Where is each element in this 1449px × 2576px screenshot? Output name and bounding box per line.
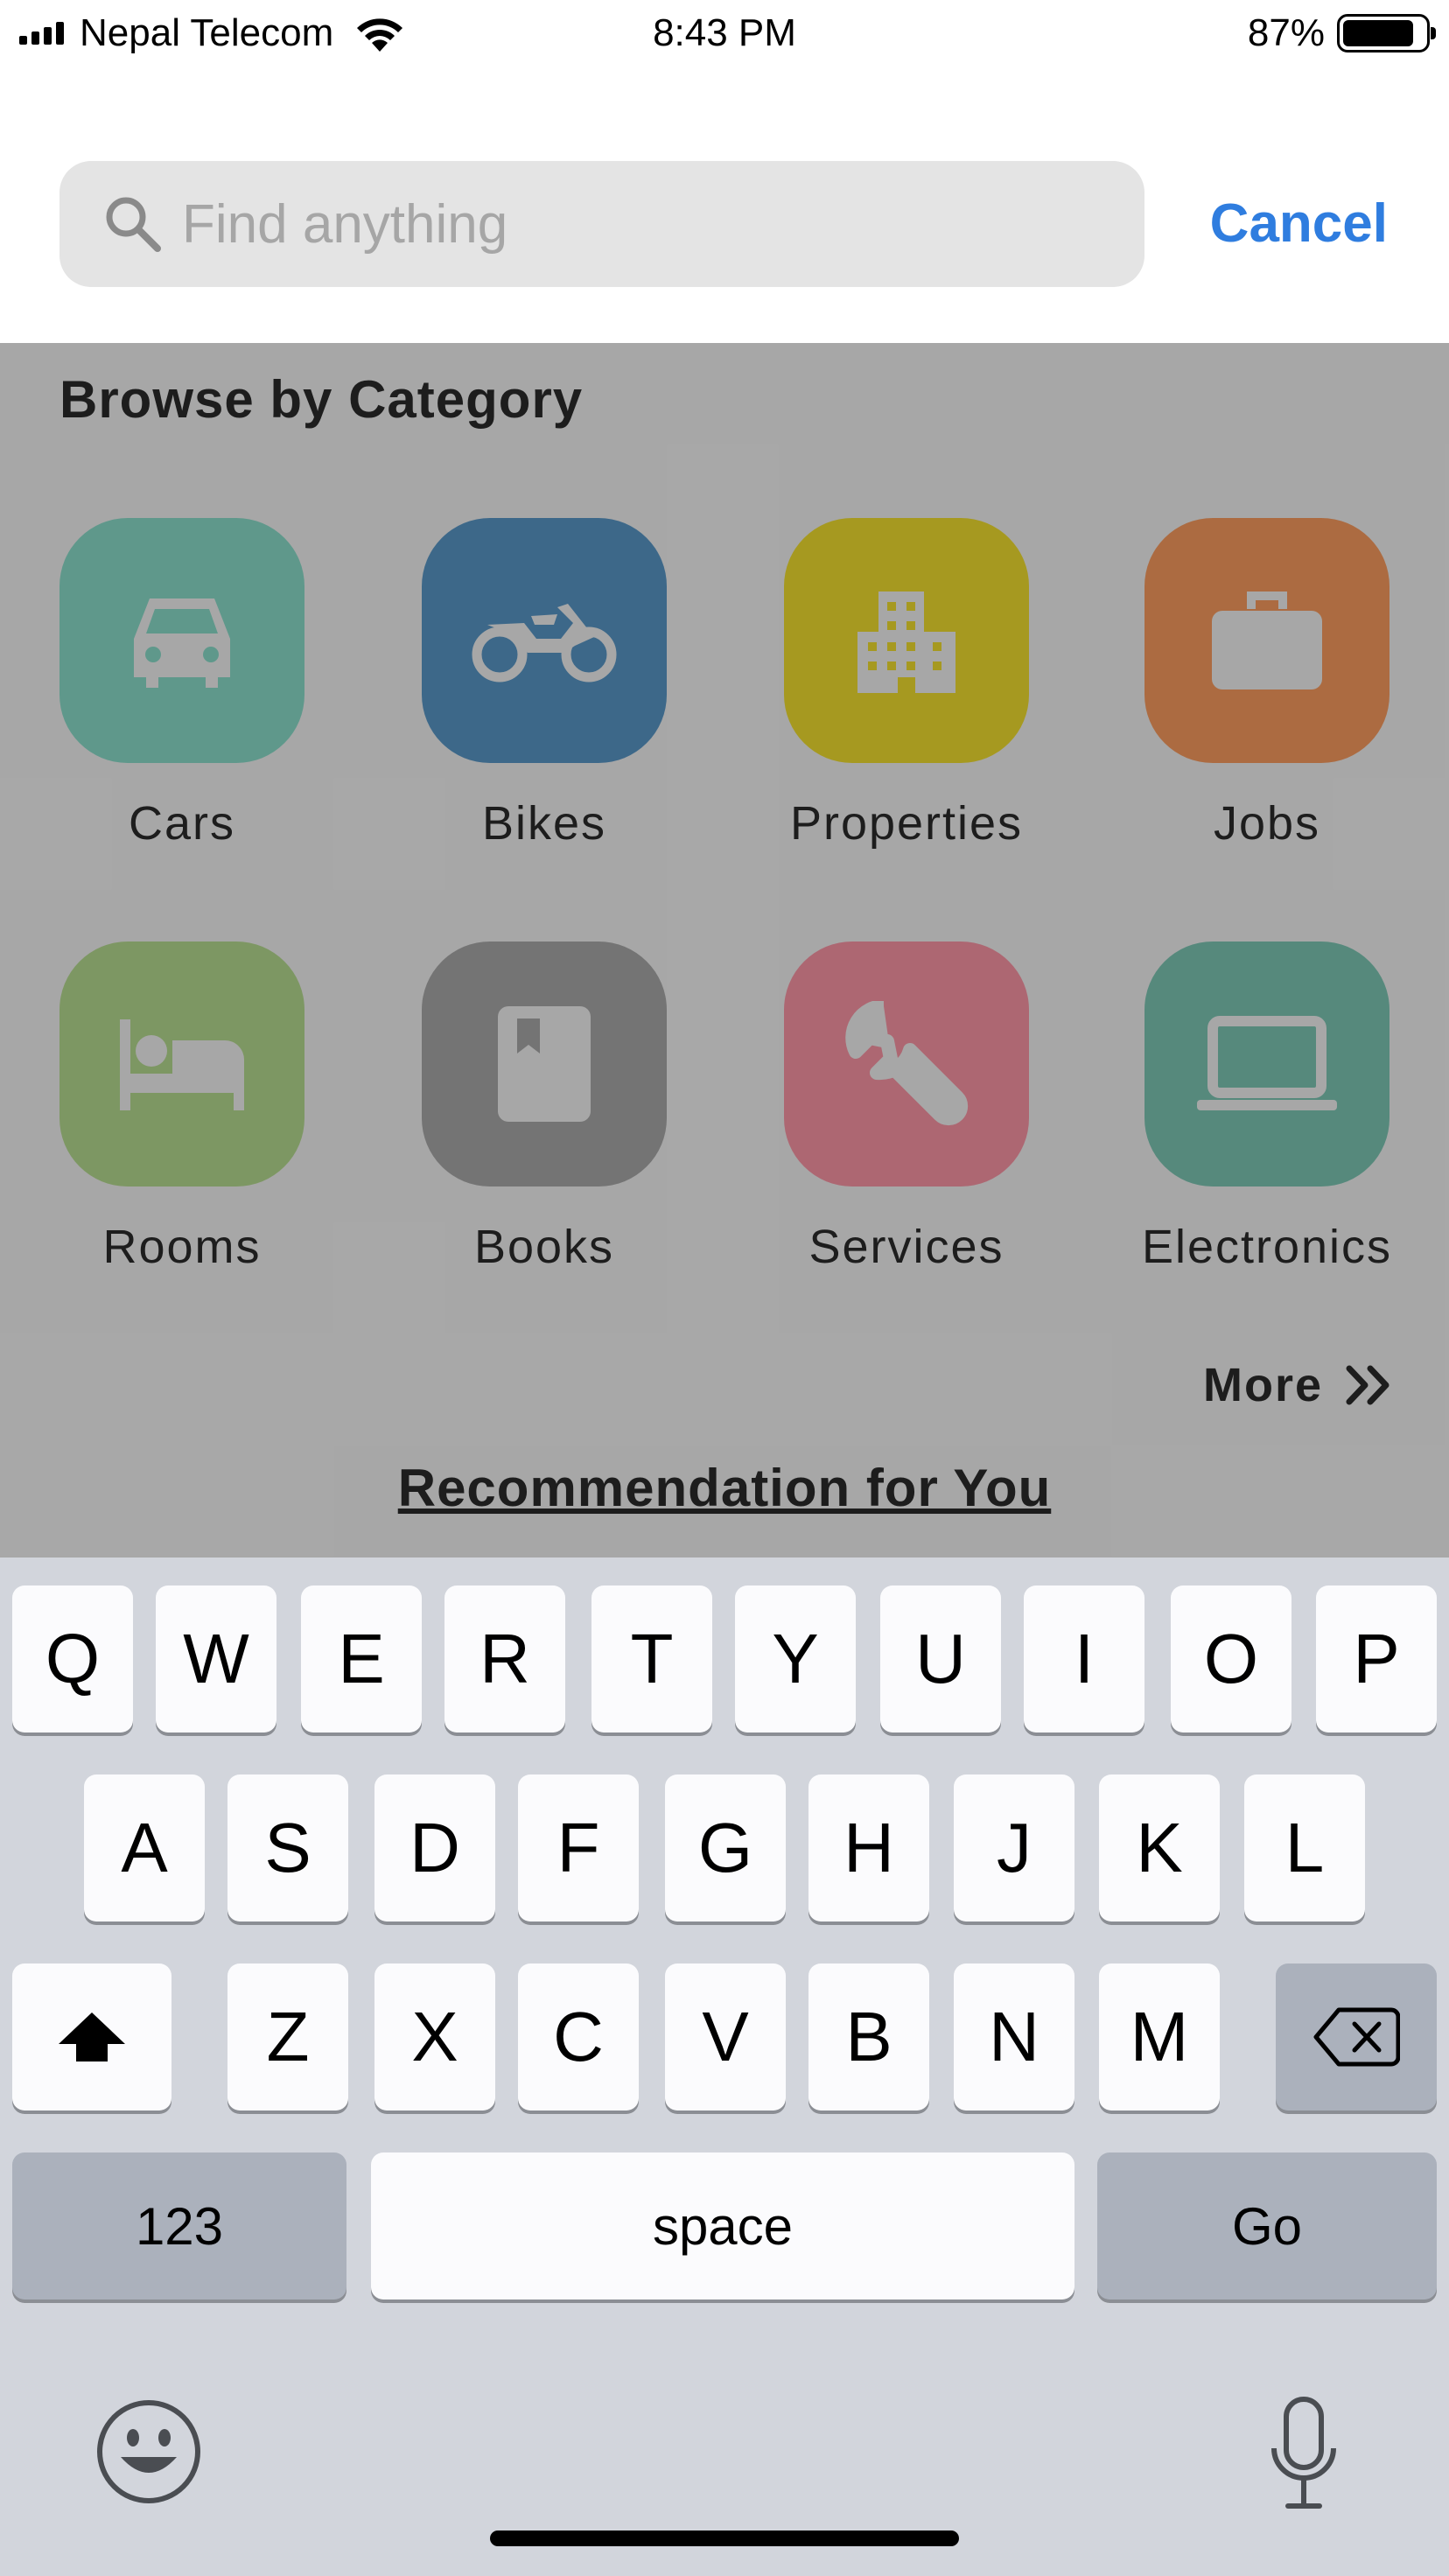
key-b[interactable]: B	[808, 1964, 929, 2110]
space-key[interactable]: space	[371, 2152, 1074, 2300]
key-x[interactable]: X	[374, 1964, 495, 2110]
battery-percent: 87%	[1247, 11, 1325, 54]
key-s[interactable]: S	[228, 1774, 348, 1922]
key-l[interactable]: L	[1244, 1774, 1365, 1922]
dim-overlay[interactable]	[0, 343, 1449, 1558]
status-bar: Nepal Telecom 8:43 PM 87%	[0, 0, 1449, 66]
key-d[interactable]: D	[374, 1774, 495, 1922]
go-key[interactable]: Go	[1097, 2152, 1437, 2300]
key-t[interactable]: T	[592, 1586, 712, 1732]
key-v[interactable]: V	[665, 1964, 786, 2110]
key-u[interactable]: U	[880, 1586, 1001, 1732]
keyboard: Q W E R T Y U I O P A S D F G H J K L Z …	[0, 1558, 1449, 2576]
key-q[interactable]: Q	[12, 1586, 133, 1732]
emoji-icon[interactable]	[94, 2398, 203, 2506]
key-o[interactable]: O	[1171, 1586, 1292, 1732]
key-j[interactable]: J	[954, 1774, 1074, 1922]
home-indicator	[490, 2530, 959, 2546]
key-c[interactable]: C	[518, 1964, 639, 2110]
search-icon	[106, 197, 161, 252]
search-header: Cancel	[0, 66, 1449, 343]
key-y[interactable]: Y	[735, 1586, 856, 1732]
search-box[interactable]	[60, 161, 1144, 287]
key-h[interactable]: H	[808, 1774, 929, 1922]
key-e[interactable]: E	[301, 1586, 422, 1732]
battery-fill	[1343, 20, 1414, 46]
key-k[interactable]: K	[1099, 1774, 1220, 1922]
shift-key[interactable]	[12, 1964, 172, 2110]
cancel-button[interactable]: Cancel	[1210, 161, 1388, 287]
battery-icon	[1337, 14, 1436, 52]
backspace-key[interactable]	[1276, 1964, 1437, 2110]
key-i[interactable]: I	[1024, 1586, 1144, 1732]
key-m[interactable]: M	[1099, 1964, 1220, 2110]
microphone-icon[interactable]	[1267, 2396, 1340, 2511]
key-r[interactable]: R	[444, 1586, 565, 1732]
status-bar-right: 87%	[1247, 9, 1436, 58]
search-input[interactable]	[182, 192, 1110, 256]
key-g[interactable]: G	[665, 1774, 786, 1922]
key-z[interactable]: Z	[228, 1964, 348, 2110]
key-f[interactable]: F	[518, 1774, 639, 1922]
key-p[interactable]: P	[1316, 1586, 1437, 1732]
status-time: 8:43 PM	[653, 11, 796, 54]
browse-content: Browse by Category Cars Bikes Properties…	[0, 343, 1449, 1558]
key-a[interactable]: A	[84, 1774, 205, 1922]
shift-icon	[59, 2012, 125, 2062]
backspace-icon	[1313, 2007, 1400, 2067]
key-n[interactable]: N	[954, 1964, 1074, 2110]
key-w[interactable]: W	[156, 1586, 276, 1732]
numbers-key[interactable]: 123	[12, 2152, 346, 2300]
